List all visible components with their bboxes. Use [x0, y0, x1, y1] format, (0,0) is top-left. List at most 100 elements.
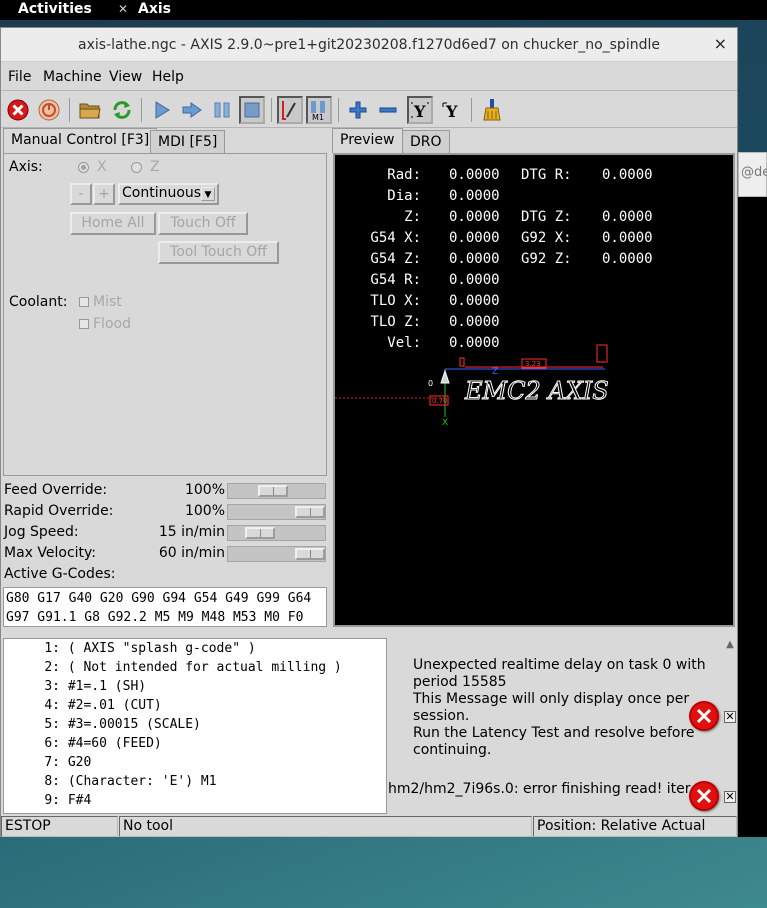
toolbar-separator [338, 98, 339, 122]
latency-message: Unexpected realtime delay on task 0 with… [413, 657, 706, 758]
tool-status: No tool [119, 816, 532, 837]
optional-stop-button[interactable]: M1 [306, 96, 332, 124]
menu-file[interactable]: File [8, 69, 31, 85]
machine-power-button[interactable] [36, 96, 62, 124]
close-window-button[interactable]: × [714, 34, 727, 53]
menu-machine[interactable]: Machine [43, 69, 102, 85]
view-lathe-rotated-button[interactable]: Y [439, 96, 465, 124]
jog-speed-slider[interactable] [227, 525, 326, 541]
program-line[interactable]: 5: #3=.00015 (SCALE) [4, 717, 384, 732]
mist-label: Mist [93, 294, 122, 310]
rapid-override-label: Rapid Override: [4, 503, 114, 519]
line-text: (Character: 'E') M1 [67, 774, 217, 789]
axis-x-label: X [97, 159, 107, 175]
view-lathe-button[interactable]: Y [407, 96, 433, 124]
program-line[interactable]: 4: #2=.01 (CUT) [4, 698, 384, 713]
max-velocity-value: 60 in/min [158, 545, 225, 561]
axis-label: Axis: [9, 159, 43, 175]
axis-window: axis-lathe.ngc - AXIS 2.9.0~pre1+git2023… [0, 27, 738, 837]
axis-x-radio[interactable] [78, 162, 89, 173]
home-all-button[interactable]: Home All [70, 212, 156, 235]
toolbar-separator [271, 98, 272, 122]
title-bar[interactable]: axis-lathe.ngc - AXIS 2.9.0~pre1+git2023… [1, 28, 737, 62]
jog-speed-value: 15 in/min [158, 524, 225, 540]
dismiss-message-button[interactable]: ✕ [724, 711, 736, 723]
axis-z-radio[interactable] [131, 162, 142, 173]
pause-button[interactable] [209, 96, 235, 124]
zoom-in-button[interactable] [345, 96, 371, 124]
svg-text:Y: Y [413, 102, 426, 121]
line-number: 8: [44, 774, 60, 789]
tab-mdi[interactable]: MDI [F5] [150, 130, 226, 153]
manual-control-panel: Axis: X Z - + Continuous ▼ Home All Touc… [3, 153, 327, 476]
preview-canvas[interactable]: Rad: 0.0000 DTG R: 0.0000 Dia: 0.0000 Z: 0.0000… [333, 153, 735, 627]
origin-label: 0 [428, 379, 433, 388]
program-line[interactable]: 1: ( AXIS "splash g-code" ) [4, 641, 384, 656]
stop-button[interactable] [239, 96, 265, 124]
feed-override-slider[interactable] [227, 483, 326, 499]
jog-plus-button[interactable]: + [93, 183, 115, 205]
zoom-out-button[interactable] [375, 96, 401, 124]
program-line[interactable]: 2: ( Not intended for actual milling ) [4, 660, 384, 675]
clear-live-plot-icon [483, 99, 501, 121]
estop-icon [7, 99, 29, 121]
program-line[interactable]: 9: F#4 [4, 793, 384, 808]
jog-increment-select[interactable]: Continuous ▼ [118, 183, 219, 205]
background-window-title: @de [741, 165, 767, 180]
dismiss-message-button[interactable]: ✕ [724, 791, 736, 803]
limit-box-z [596, 344, 608, 363]
line-number: 1: [44, 641, 60, 656]
menu-help[interactable]: Help [152, 69, 184, 85]
scroll-up-icon[interactable]: ▲ [724, 639, 736, 653]
chevron-down-icon: ▼ [201, 187, 215, 201]
toolbar-separator [141, 98, 142, 122]
run-button[interactable] [149, 96, 175, 124]
max-velocity-slider[interactable] [227, 546, 326, 562]
optional-block-delete-button[interactable] [277, 96, 303, 124]
window-title: axis-lathe.ngc - AXIS 2.9.0~pre1+git2023… [78, 37, 660, 53]
machine-power-icon [38, 99, 60, 121]
flood-checkbox[interactable] [79, 319, 89, 329]
rapid-override-slider[interactable] [227, 504, 326, 520]
jog-increment-value: Continuous [122, 185, 202, 201]
svg-text:Y: Y [445, 102, 458, 121]
line-number: 7: [44, 755, 60, 770]
tab-dro[interactable]: DRO [402, 130, 450, 153]
splash-logo-text: EMC2 AXIS [464, 377, 609, 405]
program-listing[interactable]: 1: ( AXIS "splash g-code" ) 2: ( Not inte… [3, 638, 387, 814]
optional-stop-label: M1 [312, 113, 324, 121]
step-button[interactable] [179, 96, 205, 124]
estop-button[interactable] [5, 96, 31, 124]
program-line[interactable]: 8: (Character: 'E') M1 [4, 774, 384, 789]
hm2-error-message: hm2/hm2_7i96s.0: error finishing read! i… [388, 781, 712, 797]
tab-manual-control[interactable]: Manual Control [F3] [3, 128, 158, 153]
touch-off-button[interactable]: Touch Off [158, 212, 248, 235]
tool-touch-off-button[interactable]: Tool Touch Off [158, 241, 279, 264]
machine-state-status: ESTOP [1, 816, 118, 837]
slider-thumb[interactable] [258, 485, 288, 497]
jog-minus-button[interactable]: - [70, 183, 92, 205]
reload-button[interactable] [109, 96, 135, 124]
open-file-button[interactable] [77, 96, 103, 124]
clear-live-plot-button[interactable] [479, 96, 505, 124]
z-axis-label: Z [492, 367, 498, 377]
error-icon [689, 781, 719, 811]
program-line[interactable]: 7: G20 [4, 755, 384, 770]
program-line[interactable]: 3: #1=.1 (SH) [4, 679, 384, 694]
background-window[interactable]: @de [738, 152, 767, 197]
open-file-icon [79, 103, 101, 119]
view-lathe-rotated-icon: Y [442, 102, 458, 121]
menu-bar: File Machine View Help [1, 63, 737, 91]
active-gcodes-box[interactable]: G80 G17 G40 G20 G90 G94 G54 G49 G99 G64 … [3, 587, 327, 627]
tab-preview[interactable]: Preview [332, 128, 403, 153]
app-menu-button[interactable]: Axis [138, 1, 171, 17]
program-line[interactable]: 6: #4=60 (FEED) [4, 736, 384, 751]
line-text: G20 [67, 755, 92, 770]
slider-thumb[interactable] [245, 527, 275, 539]
activities-button[interactable]: Activities [18, 1, 92, 17]
line-number: 3: [44, 679, 60, 694]
mist-checkbox[interactable] [79, 297, 89, 307]
menu-view[interactable]: View [109, 69, 142, 85]
slider-thumb[interactable] [295, 548, 325, 560]
slider-thumb[interactable] [295, 506, 325, 518]
